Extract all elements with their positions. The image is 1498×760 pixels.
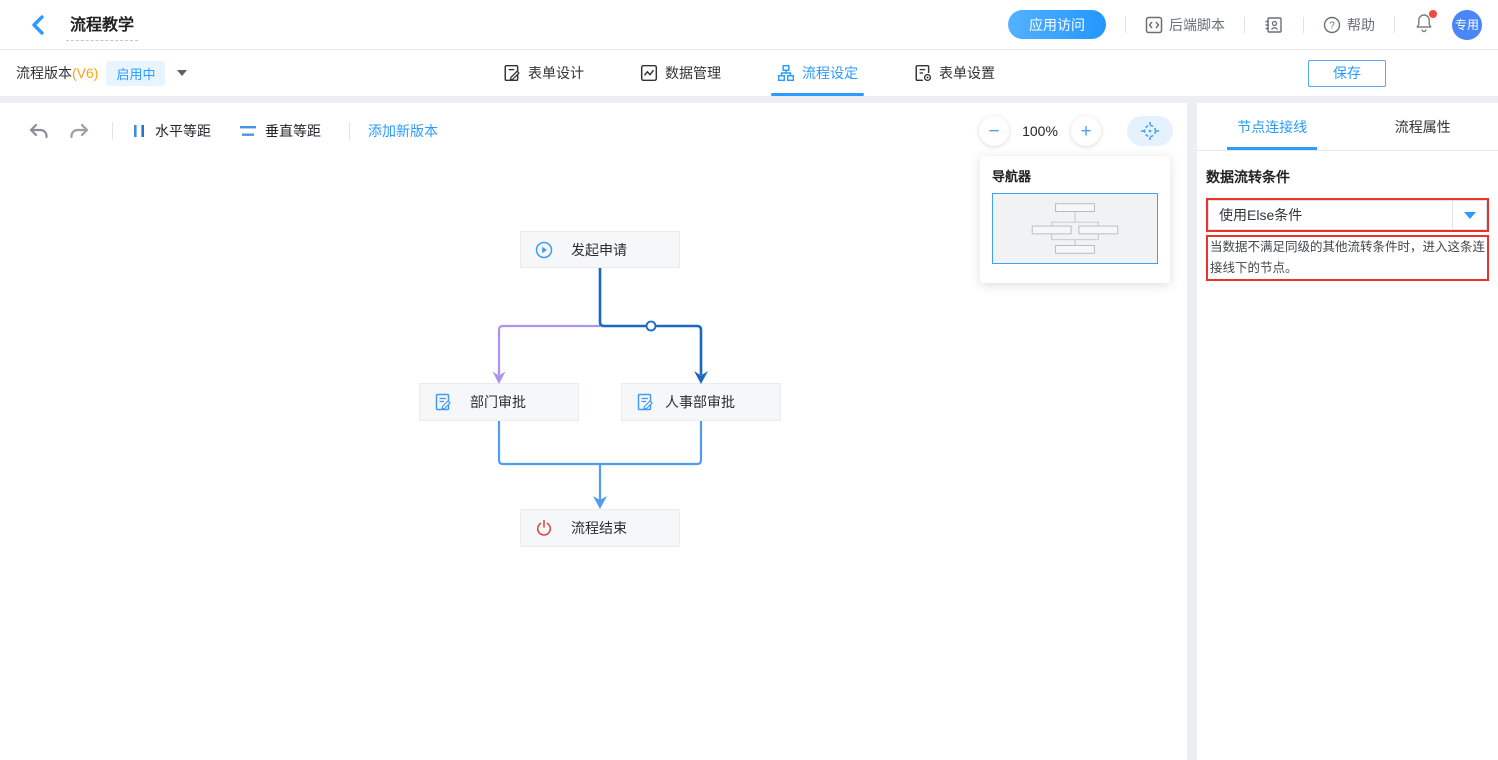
- condition-select-value: 使用Else条件: [1209, 205, 1452, 225]
- properties-tabs: 节点连接线 流程属性: [1197, 103, 1498, 151]
- header-actions: 应用访问 后端脚本 ?: [1008, 10, 1482, 40]
- code-icon: [1145, 16, 1163, 34]
- horizontal-spacing-icon: [131, 123, 147, 139]
- tab-flow-properties[interactable]: 流程属性: [1348, 103, 1498, 150]
- sub-header: 流程版本(V6) 启用中 表单设计 数据管理: [0, 50, 1498, 96]
- condition-section-label: 数据流转条件: [1206, 167, 1489, 187]
- annotation-highlight-select: 使用Else条件: [1206, 198, 1489, 232]
- navigator-panel: 导航器: [980, 156, 1170, 283]
- connector-start-to-dept[interactable]: [493, 326, 601, 384]
- help-button[interactable]: ? 帮助: [1323, 15, 1375, 35]
- horizontal-spacing-label: 水平等距: [155, 121, 211, 141]
- contact-card-icon: [1264, 15, 1284, 35]
- top-header: 流程教学 应用访问 后端脚本: [0, 0, 1498, 50]
- navigator-title: 导航器: [992, 166, 1158, 185]
- condition-description: 当数据不满足同级的其他流转条件时，进入这条连接线下的节点。: [1208, 237, 1487, 279]
- help-label: 帮助: [1347, 15, 1375, 35]
- connector-dept-to-end[interactable]: [499, 421, 600, 464]
- flow-setting-icon: [777, 64, 795, 82]
- back-chevron-icon: [30, 15, 46, 35]
- crosshair-icon: [1140, 121, 1160, 141]
- divider: [1394, 17, 1395, 33]
- panel-divider: [1187, 103, 1197, 760]
- divider: [349, 122, 350, 140]
- divider: [112, 122, 113, 140]
- redo-icon: [68, 122, 90, 140]
- connector-handle[interactable]: [647, 322, 656, 331]
- tab-label: 表单设计: [528, 63, 584, 83]
- form-design-icon: [503, 64, 521, 82]
- chevron-down-icon: [1464, 212, 1476, 219]
- tab-flow-setting[interactable]: 流程设定: [775, 50, 860, 96]
- page-title[interactable]: 流程教学: [66, 9, 138, 41]
- tab-label: 流程设定: [802, 63, 858, 83]
- form-settings-icon: [914, 64, 932, 82]
- zoom-controls: − 100% +: [979, 116, 1173, 146]
- navigator-minimap[interactable]: [992, 193, 1158, 264]
- annotation-highlight-description: 当数据不满足同级的其他流转条件时，进入这条连接线下的节点。: [1206, 235, 1489, 281]
- divider: [1244, 17, 1245, 33]
- properties-panel: 节点连接线 流程属性 数据流转条件 使用Else条件 当数据不满足同级的其他流转…: [1197, 103, 1498, 760]
- version-selector[interactable]: 流程版本(V6) 启用中: [16, 61, 187, 86]
- notification-dot: [1429, 10, 1437, 18]
- canvas-toolbar-left: 水平等距 垂直等距 添加新版本: [24, 118, 438, 144]
- version-number: (V6): [72, 65, 98, 81]
- backend-script-label: 后端脚本: [1169, 15, 1225, 35]
- locate-button[interactable]: [1127, 116, 1173, 146]
- avatar[interactable]: 专用: [1452, 10, 1482, 40]
- undo-button[interactable]: [24, 118, 54, 144]
- tab-label: 表单设置: [939, 63, 995, 83]
- vertical-spacing-icon: [239, 124, 257, 138]
- condition-select[interactable]: 使用Else条件: [1208, 200, 1487, 230]
- redo-button[interactable]: [64, 118, 94, 144]
- tab-node-connector[interactable]: 节点连接线: [1197, 103, 1348, 150]
- app-access-button[interactable]: 应用访问: [1008, 10, 1106, 39]
- vertical-spacing-label: 垂直等距: [265, 121, 321, 141]
- divider: [1125, 17, 1126, 33]
- notification-button[interactable]: [1414, 12, 1434, 38]
- backend-script-button[interactable]: 后端脚本: [1145, 15, 1225, 35]
- undo-icon: [28, 122, 50, 140]
- tab-form-settings[interactable]: 表单设置: [912, 50, 997, 96]
- save-button[interactable]: 保存: [1308, 60, 1386, 87]
- vertical-spacing-button[interactable]: 垂直等距: [239, 121, 321, 141]
- back-button[interactable]: [24, 11, 52, 39]
- zoom-in-button[interactable]: +: [1071, 116, 1101, 146]
- data-management-icon: [640, 64, 658, 82]
- connector-start-to-hr-selected[interactable]: [600, 268, 708, 384]
- canvas-toolbar: 水平等距 垂直等距 添加新版本 − 100% +: [0, 103, 1187, 159]
- contact-support-button[interactable]: [1264, 15, 1284, 35]
- select-caret-area[interactable]: [1452, 201, 1486, 229]
- tab-data-management[interactable]: 数据管理: [638, 50, 723, 96]
- zoom-level: 100%: [1019, 123, 1061, 139]
- tab-label: 数据管理: [665, 63, 721, 83]
- divider: [1303, 17, 1304, 33]
- zoom-out-button[interactable]: −: [979, 116, 1009, 146]
- svg-text:?: ?: [1329, 20, 1335, 31]
- content-area: 水平等距 垂直等距 添加新版本 − 100% +: [0, 103, 1498, 760]
- main-tabs: 表单设计 数据管理 流程设定: [501, 50, 997, 96]
- horizontal-spacing-button[interactable]: 水平等距: [131, 121, 211, 141]
- connector-settings: 数据流转条件 使用Else条件 当数据不满足同级的其他流转条件时，进入这条连接线…: [1197, 151, 1498, 281]
- status-badge: 启用中: [106, 61, 165, 86]
- chevron-down-icon: [177, 70, 187, 76]
- version-label: 流程版本(V6): [16, 63, 98, 83]
- tab-form-design[interactable]: 表单设计: [501, 50, 586, 96]
- add-version-button[interactable]: 添加新版本: [368, 121, 438, 141]
- connector-hr-to-end[interactable]: [593, 421, 701, 509]
- flow-canvas[interactable]: 水平等距 垂直等距 添加新版本 − 100% +: [0, 103, 1187, 760]
- help-icon: ?: [1323, 16, 1341, 34]
